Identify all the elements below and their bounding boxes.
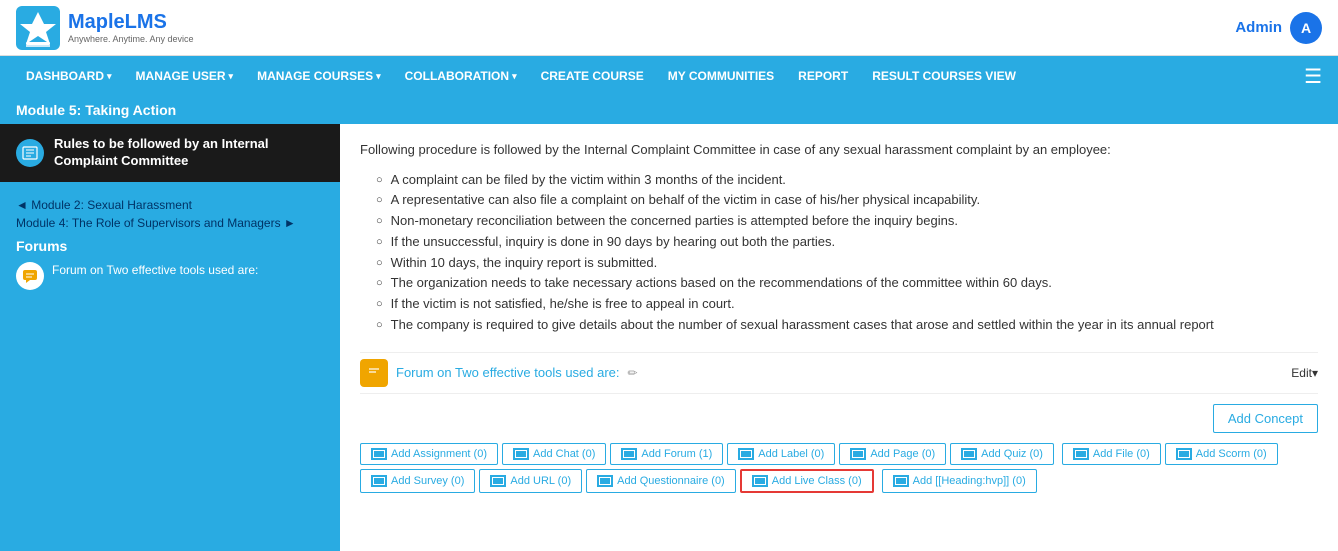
sidebar-forum-item: Forum on Two effective tools used are: bbox=[16, 262, 324, 290]
hamburger-menu[interactable]: ☰ bbox=[1304, 64, 1322, 89]
sidebar-link-module2[interactable]: ◄ Module 2: Sexual Harassment bbox=[16, 198, 324, 212]
quiz-icon bbox=[961, 448, 977, 460]
forum-icon bbox=[365, 364, 383, 382]
nav-item-result-courses-view[interactable]: RESULT COURSES VIEW bbox=[862, 56, 1026, 96]
add-survey-button[interactable]: Add Survey (0) bbox=[360, 469, 475, 493]
logo-icon bbox=[16, 6, 60, 50]
manage-courses-arrow: ▾ bbox=[376, 71, 381, 82]
dashboard-arrow: ▾ bbox=[107, 71, 112, 82]
action-buttons: Add Assignment (0) Add Chat (0) Add Foru… bbox=[360, 443, 1318, 493]
sidebar: Rules to be followed by an Internal Comp… bbox=[0, 124, 340, 551]
sub-header: Module 5: Taking Action bbox=[0, 96, 1338, 124]
forum-bar-text[interactable]: Forum on Two effective tools used are: bbox=[396, 365, 620, 380]
logo-tagline: Anywhere. Anytime. Any device bbox=[68, 34, 194, 44]
list-item: Non-monetary reconciliation between the … bbox=[376, 211, 1318, 232]
list-item: The company is required to give details … bbox=[376, 315, 1318, 336]
add-concept-area: Add Concept bbox=[360, 404, 1318, 433]
forum-bar: Forum on Two effective tools used are: ✏… bbox=[360, 352, 1318, 394]
admin-avatar[interactable]: A bbox=[1290, 12, 1322, 44]
sidebar-forum-icon bbox=[16, 262, 44, 290]
chat-icon bbox=[513, 448, 529, 460]
main-content: Rules to be followed by an Internal Comp… bbox=[0, 124, 1338, 551]
assignment-icon bbox=[371, 448, 387, 460]
admin-label: Admin bbox=[1235, 19, 1282, 36]
survey-icon bbox=[371, 475, 387, 487]
forum-icon-btn bbox=[621, 448, 637, 460]
nav-item-collaboration[interactable]: COLLABORATION ▾ bbox=[395, 56, 527, 96]
nav-item-manage-user[interactable]: MANAGE USER ▾ bbox=[126, 56, 244, 96]
label-icon bbox=[738, 448, 754, 460]
content-intro: Following procedure is followed by the I… bbox=[360, 140, 1318, 160]
collaboration-arrow: ▾ bbox=[512, 71, 517, 82]
forum-icon-sm bbox=[22, 268, 38, 284]
content-area: Following procedure is followed by the I… bbox=[340, 124, 1338, 551]
live-class-icon bbox=[752, 475, 768, 487]
forum-bar-icon bbox=[360, 359, 388, 387]
pencil-icon[interactable]: ✏ bbox=[628, 366, 638, 380]
edit-button[interactable]: Edit▾ bbox=[1291, 366, 1318, 380]
sidebar-forums-title: Forums bbox=[16, 238, 324, 254]
list-item: The organization needs to take necessary… bbox=[376, 273, 1318, 294]
add-live-class-button[interactable]: Add Live Class (0) bbox=[740, 469, 874, 493]
admin-area: Admin A bbox=[1235, 12, 1322, 44]
add-quiz-button[interactable]: Add Quiz (0) bbox=[950, 443, 1054, 465]
list-item: If the unsuccessful, inquiry is done in … bbox=[376, 232, 1318, 253]
nav-item-create-course[interactable]: CREATE COURSE bbox=[531, 56, 654, 96]
sidebar-item-icon bbox=[16, 139, 44, 167]
questionnaire-icon bbox=[597, 475, 613, 487]
sub-header-title: Module 5: Taking Action bbox=[16, 102, 176, 118]
add-concept-button[interactable]: Add Concept bbox=[1213, 404, 1318, 433]
add-questionnaire-button[interactable]: Add Questionnaire (0) bbox=[586, 469, 736, 493]
url-icon bbox=[490, 475, 506, 487]
add-label-button[interactable]: Add Label (0) bbox=[727, 443, 835, 465]
list-icon bbox=[22, 145, 38, 161]
page-icon bbox=[850, 448, 866, 460]
add-file-button[interactable]: Add File (0) bbox=[1062, 443, 1161, 465]
nav-item-my-communities[interactable]: MY COMMUNITIES bbox=[658, 56, 784, 96]
add-heading-hvp-button[interactable]: Add [[Heading:hvp]] (0) bbox=[882, 469, 1037, 493]
header: MapleLMS Anywhere. Anytime. Any device A… bbox=[0, 0, 1338, 56]
list-item: If the victim is not satisfied, he/she i… bbox=[376, 294, 1318, 315]
sidebar-active-text: Rules to be followed by an Internal Comp… bbox=[54, 136, 324, 170]
forum-bar-left: Forum on Two effective tools used are: ✏ bbox=[360, 359, 638, 387]
sidebar-nav-links: ◄ Module 2: Sexual Harassment Module 4: … bbox=[0, 182, 340, 306]
list-item: A representative can also file a complai… bbox=[376, 190, 1318, 211]
add-url-button[interactable]: Add URL (0) bbox=[479, 469, 582, 493]
add-forum-button[interactable]: Add Forum (1) bbox=[610, 443, 723, 465]
logo-area: MapleLMS Anywhere. Anytime. Any device bbox=[16, 6, 194, 50]
sidebar-forum-text[interactable]: Forum on Two effective tools used are: bbox=[52, 262, 258, 279]
nav-item-manage-courses[interactable]: MANAGE COURSES ▾ bbox=[247, 56, 391, 96]
logo-text: MapleLMS Anywhere. Anytime. Any device bbox=[68, 11, 194, 44]
logo-name: MapleLMS bbox=[68, 11, 194, 34]
add-assignment-button[interactable]: Add Assignment (0) bbox=[360, 443, 498, 465]
sidebar-link-module4[interactable]: Module 4: The Role of Supervisors and Ma… bbox=[16, 216, 324, 230]
add-scorm-button[interactable]: Add Scorm (0) bbox=[1165, 443, 1278, 465]
content-list: A complaint can be filed by the victim w… bbox=[360, 170, 1318, 336]
list-item: Within 10 days, the inquiry report is su… bbox=[376, 253, 1318, 274]
add-chat-button[interactable]: Add Chat (0) bbox=[502, 443, 606, 465]
file-icon bbox=[1073, 448, 1089, 460]
sidebar-active-item[interactable]: Rules to be followed by an Internal Comp… bbox=[0, 124, 340, 182]
nav-item-report[interactable]: REPORT bbox=[788, 56, 858, 96]
heading-hvp-icon bbox=[893, 475, 909, 487]
scorm-icon bbox=[1176, 448, 1192, 460]
main-nav: DASHBOARD ▾ MANAGE USER ▾ MANAGE COURSES… bbox=[0, 56, 1338, 96]
manage-user-arrow: ▾ bbox=[229, 71, 234, 82]
nav-item-dashboard[interactable]: DASHBOARD ▾ bbox=[16, 56, 122, 96]
list-item: A complaint can be filed by the victim w… bbox=[376, 170, 1318, 191]
add-page-button[interactable]: Add Page (0) bbox=[839, 443, 946, 465]
